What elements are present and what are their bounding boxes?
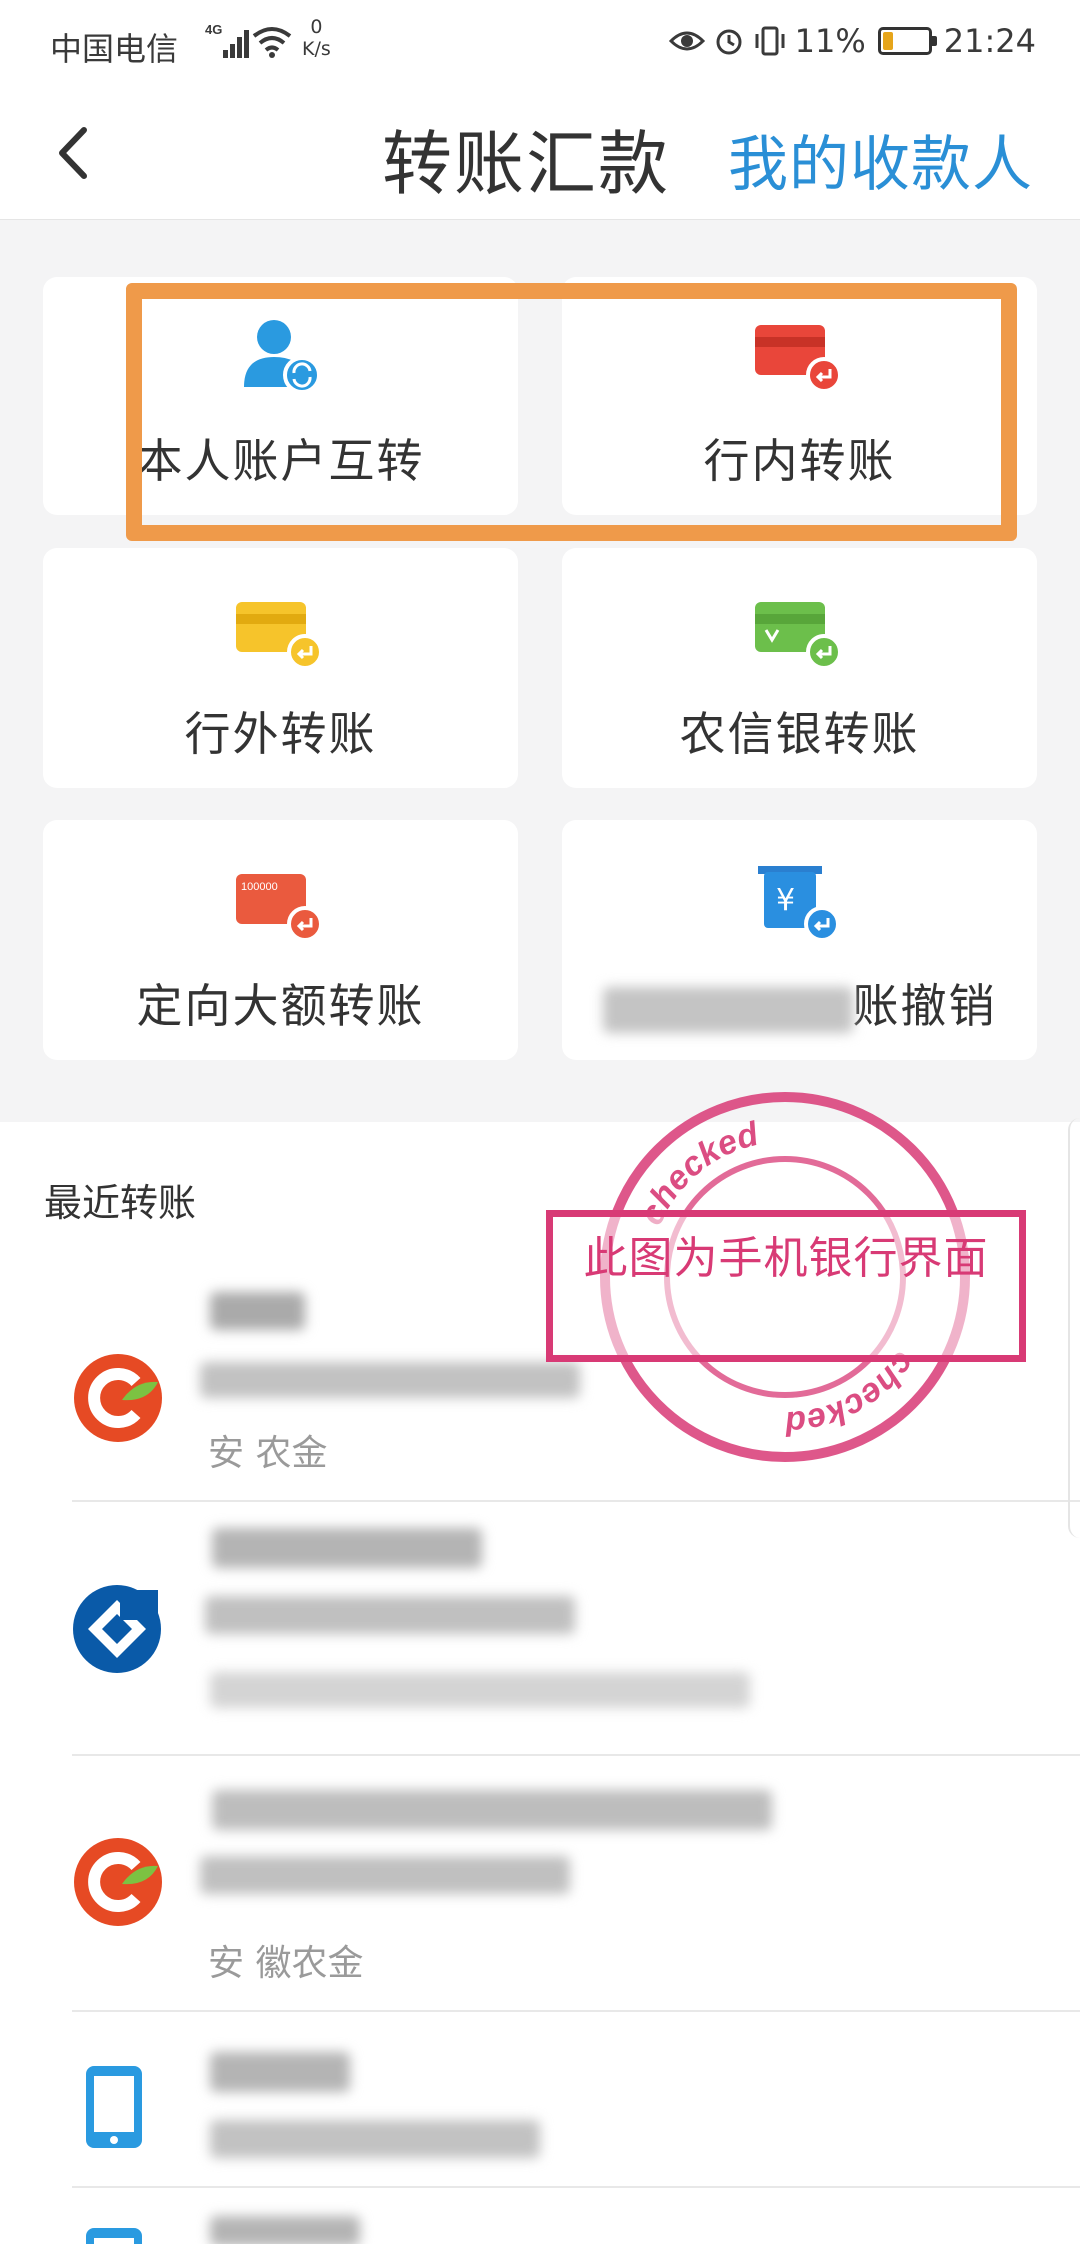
redacted-name [210, 1292, 305, 1330]
signal-icon: 4G [205, 22, 249, 70]
speed-unit: K/s [302, 38, 331, 60]
redacted-bank [210, 1672, 750, 1708]
redacted-account [210, 2120, 540, 2158]
redacted-account [200, 1856, 570, 1894]
tile-label: 账撤销 [562, 970, 1037, 1036]
rural-bank-logo-icon [74, 1838, 162, 1926]
status-bar: 中国电信 4G 0 K/s 11% 21:24 [0, 0, 1080, 90]
tile-label: 行外转账 [184, 707, 377, 761]
recent-item[interactable]: 安 徽农金 [0, 1756, 1080, 2012]
recent-title: 最近转账 [44, 1181, 197, 1225]
bank-name: 安 农金 [208, 1433, 328, 1474]
recent-item[interactable] [0, 1502, 1080, 1756]
redacted-name [212, 1528, 482, 1568]
page-title: 转账汇款 [382, 123, 670, 205]
nav-bar: 转账汇款 我的收款人 [0, 90, 1080, 220]
yuan-revoke-icon: ¥ [757, 866, 840, 942]
tile-rural-credit-transfer[interactable]: 农信银转账 [562, 548, 1037, 788]
tile-own-account-transfer[interactable]: 本人账户互转 [43, 277, 518, 515]
rural-bank-logo-icon [74, 1354, 162, 1442]
battery-icon [877, 27, 937, 55]
redacted-name [212, 1790, 772, 1830]
green-card-icon [754, 602, 842, 670]
tile-large-amount-transfer[interactable]: 100000 定向大额转账 [43, 820, 518, 1060]
ccb-logo-icon [73, 1585, 161, 1673]
svg-text:100000: 100000 [241, 881, 278, 893]
tile-label-visible: 账撤销 [852, 979, 997, 1033]
recent-item[interactable] [0, 2188, 1080, 2244]
carrier-name: 中国电信 [50, 30, 179, 68]
red-card-icon [754, 325, 842, 393]
back-button[interactable] [40, 118, 110, 188]
chevron-left-icon [59, 127, 87, 179]
scrollbar[interactable] [1068, 1118, 1080, 1538]
large-amount-card-icon: 100000 [235, 874, 323, 942]
network-speed: 0 K/s [302, 16, 331, 60]
bank-name: 安 徽农金 [208, 1943, 364, 1984]
yellow-card-icon [235, 602, 323, 670]
recent-transfers: 最近转账 安 农金 安 徽农金 [0, 1122, 1080, 2244]
phone-icon [86, 2066, 142, 2148]
svg-text:4G: 4G [205, 22, 222, 37]
recent-item[interactable] [0, 2012, 1080, 2188]
my-payees-link[interactable]: 我的收款人 [728, 116, 1033, 203]
tile-label: 定向大额转账 [136, 979, 425, 1033]
redacted-name [210, 2216, 360, 2244]
tile-label: 行内转账 [703, 434, 896, 488]
tile-intrabank-transfer[interactable]: 行内转账 [562, 277, 1037, 515]
redacted-text [602, 986, 853, 1033]
redacted-account [200, 1362, 580, 1398]
tile-label: 本人账户互转 [136, 434, 425, 488]
wifi-icon [252, 26, 292, 66]
user-sync-icon [243, 320, 321, 394]
speed-value: 0 [310, 16, 323, 38]
svg-text:¥: ¥ [776, 883, 795, 918]
vibrate-icon [755, 26, 785, 56]
redacted-name [210, 2052, 350, 2092]
tile-interbank-transfer[interactable]: 行外转账 [43, 548, 518, 788]
alarm-icon [716, 29, 742, 55]
recent-item[interactable]: 安 农金 [0, 1262, 1080, 1502]
redacted-account [205, 1596, 575, 1634]
battery-percent: 11% [794, 22, 866, 60]
tile-label: 农信银转账 [679, 707, 920, 761]
eye-icon [668, 31, 705, 51]
phone-icon [86, 2228, 142, 2244]
status-right: 11% 21:24 [668, 22, 1036, 60]
clock: 21:24 [943, 22, 1036, 60]
tile-transfer-revoke[interactable]: ¥ 账撤销 [562, 820, 1037, 1060]
